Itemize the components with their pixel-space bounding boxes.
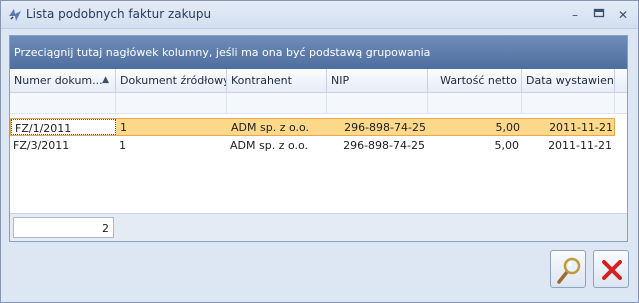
cell-source-document: 1 <box>120 121 127 134</box>
filter-row <box>10 93 627 114</box>
minimize-icon[interactable]: – <box>567 7 583 23</box>
cell-contractor: ADM sp. z o.o. <box>231 121 310 134</box>
search-button[interactable] <box>550 250 586 288</box>
sort-ascending-icon: ▲ <box>102 75 109 85</box>
filter-cell[interactable] <box>116 93 227 114</box>
column-header-issue-date[interactable]: Data wystawienia <box>522 69 615 93</box>
red-x-icon <box>602 260 622 280</box>
title-bar[interactable]: Lista podobnych faktur zakupu – ✕ <box>1 1 638 29</box>
table-row[interactable]: FZ/3/2011 1 ADM sp. z o.o. 296-898-74-25… <box>10 137 615 155</box>
column-header-contractor[interactable]: Kontrahent <box>227 69 327 93</box>
cell-net-value: 5,00 <box>494 139 520 152</box>
window-title: Lista podobnych faktur zakupu <box>26 7 212 21</box>
grid-footer: 2 <box>10 213 627 241</box>
cell-source-document: 1 <box>119 139 126 152</box>
filter-cell[interactable] <box>428 93 522 114</box>
maximize-icon[interactable] <box>591 7 607 23</box>
column-header-net-value[interactable]: Wartość netto <box>428 69 522 93</box>
column-header-number[interactable]: Numer dokum... ▲ <box>10 69 116 93</box>
grid-header: Numer dokum... ▲ Dokument źródłowy Kontr… <box>10 69 627 93</box>
app-icon <box>9 9 21 21</box>
column-header-nip[interactable]: NIP <box>327 69 428 93</box>
cell-nip: 296-898-74-25 <box>343 139 425 152</box>
cell-issue-date: 2011-11-21 <box>549 121 613 134</box>
invoice-grid: Przeciągnij tutaj nagłówek kolumny, jeśl… <box>9 35 628 242</box>
filter-cell[interactable] <box>522 93 615 114</box>
record-count: 2 <box>13 217 114 238</box>
cell-contractor: ADM sp. z o.o. <box>230 139 309 152</box>
close-icon[interactable]: ✕ <box>615 7 631 23</box>
filter-cell[interactable] <box>227 93 327 114</box>
group-by-panel[interactable]: Przeciągnij tutaj nagłówek kolumny, jeśl… <box>10 36 627 69</box>
cell-number: FZ/1/2011 <box>11 119 116 135</box>
cell-issue-date: 2011-11-21 <box>548 139 612 152</box>
close-button[interactable] <box>593 250 629 288</box>
dialog-window: Lista podobnych faktur zakupu – ✕ Przeci… <box>0 0 639 303</box>
magnifier-icon <box>557 257 581 284</box>
table-row[interactable]: FZ/1/2011 1 ADM sp. z o.o. 296-898-74-25… <box>10 118 615 136</box>
filter-cell[interactable] <box>10 93 116 114</box>
group-by-hint: Przeciągnij tutaj nagłówek kolumny, jeśl… <box>14 46 431 59</box>
column-header-source-document[interactable]: Dokument źródłowy <box>116 69 227 93</box>
filter-cell[interactable] <box>327 93 428 114</box>
cell-nip: 296-898-74-25 <box>344 121 426 134</box>
cell-net-value: 5,00 <box>495 121 521 134</box>
cell-number: FZ/3/2011 <box>13 139 70 152</box>
